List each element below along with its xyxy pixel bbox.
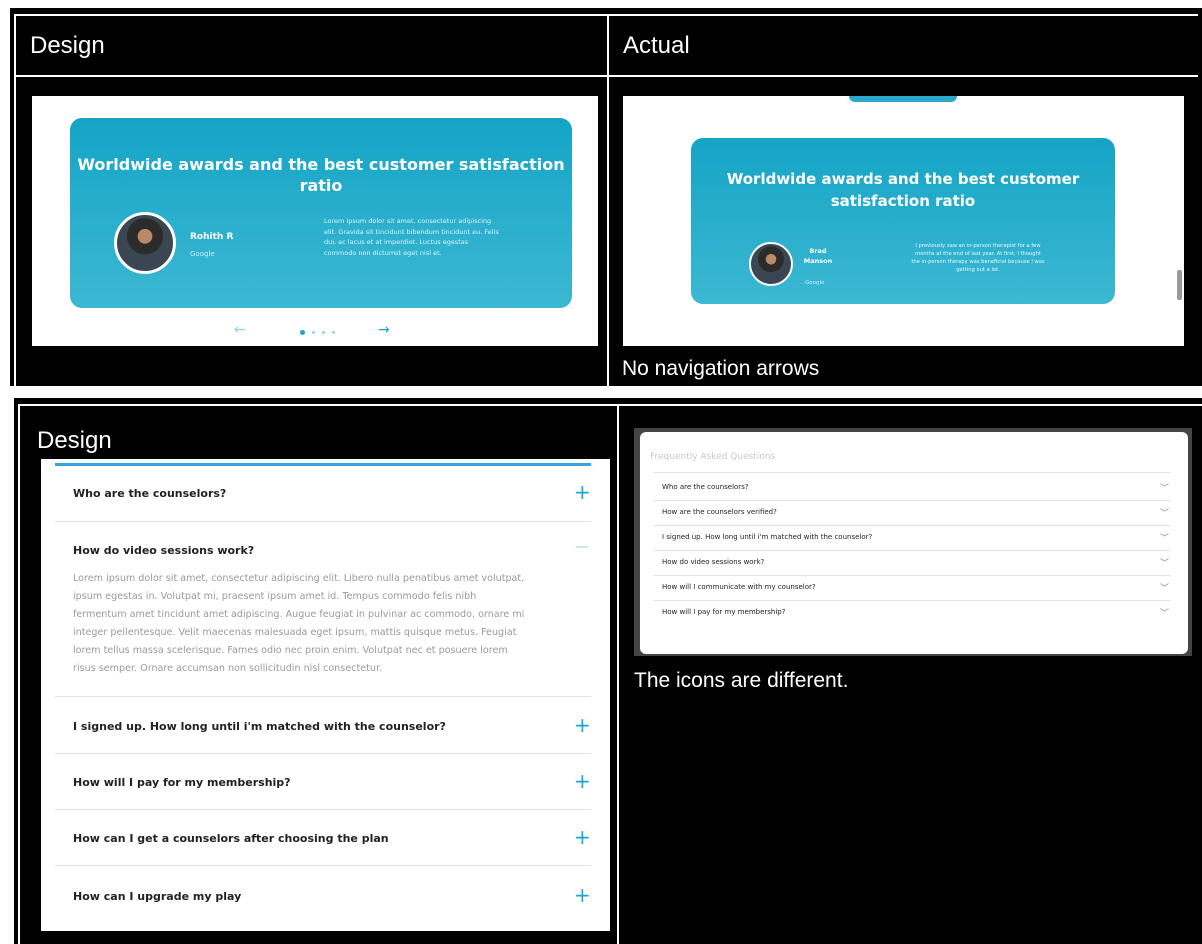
prev-arrow-button[interactable]: ← (234, 322, 246, 338)
chevron-down-icon[interactable]: ﹀ (1160, 581, 1169, 594)
reviewer-name: Rohith R (190, 232, 234, 242)
faq-divider (654, 600, 1170, 601)
faq-divider (55, 696, 591, 697)
plus-icon[interactable]: + (574, 713, 591, 737)
plus-icon[interactable]: + (574, 825, 591, 849)
faq-question[interactable]: How will I pay for my membership? (73, 776, 291, 789)
bottom-design-label: Design (37, 427, 112, 454)
design-faq-screenshot: Who are the counselors? + How do video s… (41, 459, 610, 931)
bottom-column-divider (617, 404, 619, 944)
chevron-down-icon[interactable]: ﹀ (1160, 531, 1169, 544)
top-design-label: Design (30, 32, 105, 59)
faq-question[interactable]: I signed up. How long until i'm matched … (662, 533, 872, 541)
scrollbar-thumb[interactable] (1177, 270, 1182, 300)
top-tab-sliver (849, 96, 957, 102)
carousel-dot[interactable] (312, 331, 315, 334)
faq-accent-bar (55, 463, 591, 466)
faq-answer: Lorem ipsum dolor sit amet, consectetur … (73, 573, 525, 674)
chevron-down-icon[interactable]: ﹀ (1160, 606, 1169, 619)
reviewer-company: Google (190, 250, 215, 258)
carousel-dots[interactable] (300, 330, 350, 336)
faq-divider (55, 865, 591, 866)
faq-divider (55, 753, 591, 754)
faq-question[interactable]: How do video sessions work? (73, 544, 254, 557)
chevron-down-icon[interactable]: ﹀ (1160, 481, 1169, 494)
faq-question[interactable]: How will I communicate with my counselor… (662, 583, 816, 591)
faq-question[interactable]: How can I upgrade my play (73, 890, 241, 903)
faq-divider (654, 550, 1170, 551)
faq-divider (55, 521, 591, 522)
faq-divider (654, 500, 1170, 501)
carousel-dot[interactable] (322, 331, 325, 334)
plus-icon[interactable]: + (574, 883, 591, 907)
top-caption: No navigation arrows (622, 357, 820, 380)
top-header-divider (14, 75, 1198, 77)
chevron-down-icon[interactable]: ﹀ (1160, 506, 1169, 519)
reviewer-name: Brad Manson (803, 247, 833, 265)
minus-icon[interactable]: — (575, 539, 589, 555)
testimonial-quote: Lorem ipsum dolor sit amet, consectetur … (324, 217, 499, 257)
faq-question[interactable]: How do video sessions work? (662, 558, 764, 566)
faq-question[interactable]: How can I get a counselors after choosin… (73, 832, 389, 845)
actual-testimonial-card: Worldwide awards and the best customer s… (691, 138, 1115, 304)
avatar (114, 212, 176, 274)
faq-question[interactable]: How are the counselors verified? (662, 508, 777, 516)
reviewer-company: Google (805, 280, 825, 286)
chevron-down-icon[interactable]: ﹀ (1160, 556, 1169, 569)
faq-question[interactable]: I signed up. How long until i'm matched … (73, 720, 446, 733)
faq-question[interactable]: Who are the counselors? (73, 487, 226, 500)
actual-faq-screenshot: Frequently Asked Questions Who are the c… (634, 428, 1192, 656)
faq-divider (654, 575, 1170, 576)
actual-testimonial-screenshot: Worldwide awards and the best customer s… (623, 96, 1184, 346)
faq-divider (654, 525, 1170, 526)
design-testimonial-card: Worldwide awards and the best customer s… (70, 118, 572, 308)
faq-question[interactable]: Who are the counselors? (662, 483, 749, 491)
actual-faq-card: Frequently Asked Questions Who are the c… (640, 432, 1188, 654)
faq-section-title: Frequently Asked Questions (650, 452, 776, 462)
carousel-dot-active[interactable] (300, 330, 305, 335)
bottom-top-border (18, 404, 1202, 406)
actual-card-title: Worldwide awards and the best customer s… (726, 170, 1080, 210)
plus-icon[interactable]: + (574, 769, 591, 793)
faq-question[interactable]: How will I pay for my membership? (662, 608, 785, 616)
design-testimonial-screenshot: Worldwide awards and the best customer s… (32, 96, 598, 346)
carousel-dot[interactable] (332, 331, 335, 334)
faq-divider (55, 809, 591, 810)
top-actual-label: Actual (623, 32, 690, 59)
plus-icon[interactable]: + (574, 480, 591, 504)
top-left-border (14, 14, 16, 386)
faq-divider (654, 472, 1170, 473)
bottom-left-border (18, 404, 20, 944)
bottom-caption: The icons are different. (634, 669, 849, 692)
testimonial-quote: I previously saw an in-person therapist … (911, 243, 1045, 273)
avatar (749, 242, 793, 286)
next-arrow-button[interactable]: → (378, 322, 390, 338)
top-top-border (14, 14, 1198, 16)
top-column-divider (607, 14, 609, 386)
design-card-title: Worldwide awards and the best customer s… (77, 155, 565, 195)
